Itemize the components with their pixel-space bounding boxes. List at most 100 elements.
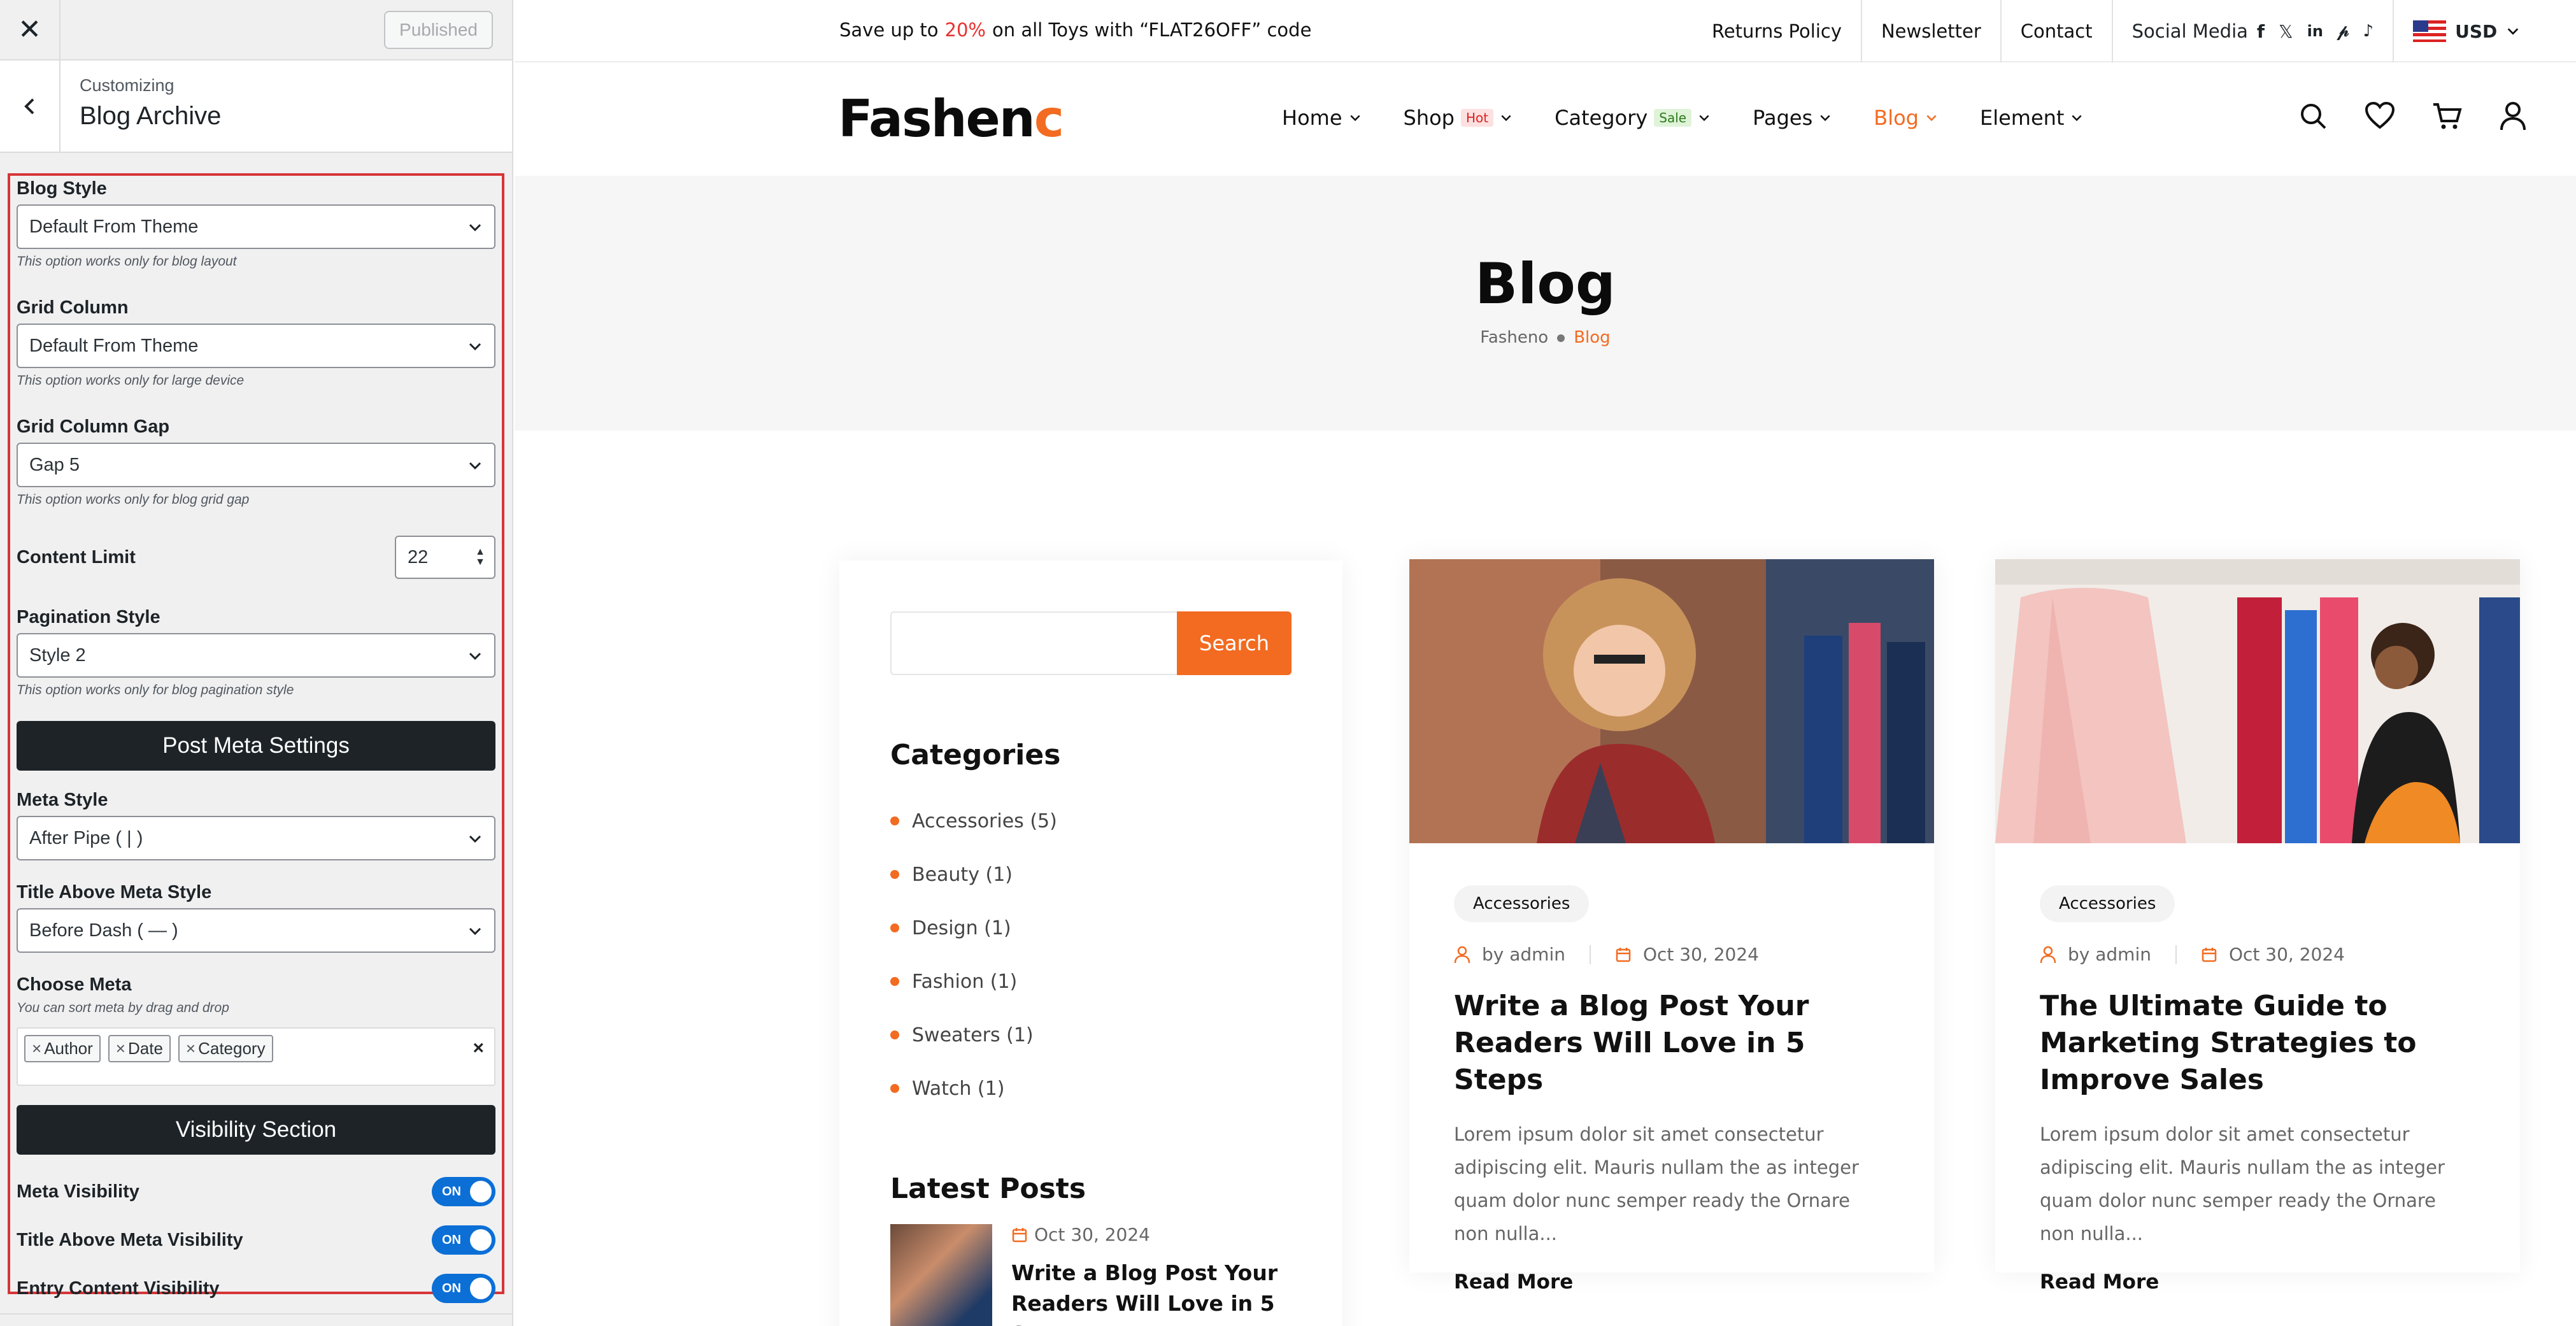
calendar-icon	[1616, 947, 1631, 962]
post-author[interactable]: by admin	[1482, 944, 1565, 965]
x-twitter-icon[interactable]: 𝕏	[2279, 21, 2293, 42]
toggle-state: ON	[442, 1184, 461, 1199]
clear-tags-icon[interactable]: ×	[473, 1037, 484, 1059]
bullet-icon	[890, 1084, 899, 1093]
read-more-link[interactable]: Read More	[2040, 1271, 2475, 1294]
latest-post-date: Oct 30, 2024	[1011, 1224, 1292, 1245]
breadcrumb-home[interactable]: Fasheno	[1480, 328, 1548, 347]
breadcrumb-separator	[1557, 334, 1565, 342]
chevron-down-icon	[2507, 28, 2519, 35]
post-meta-settings-header[interactable]: Post Meta Settings	[17, 721, 495, 771]
post-date: Oct 30, 2024	[1642, 944, 1759, 965]
contact-link[interactable]: Contact	[2002, 0, 2113, 62]
category-label: Design (1)	[912, 916, 1011, 939]
category-item[interactable]: Beauty (1)	[890, 848, 1292, 901]
pagination-select[interactable]: Style 2	[17, 633, 495, 678]
currency-selector[interactable]: USD	[2413, 20, 2520, 42]
facebook-icon[interactable]: f	[2257, 21, 2265, 42]
topbar-right: Returns Policy Newsletter Contact Social…	[1693, 0, 2520, 62]
title-above-meta-label: Title Above Meta Style	[17, 882, 212, 902]
content-limit-label: Content Limit	[17, 546, 136, 567]
nav-element[interactable]: Element	[1980, 106, 2083, 130]
content-limit-value: 22	[408, 546, 429, 567]
post-title[interactable]: The Ultimate Guide to Marketing Strategi…	[2040, 988, 2475, 1099]
remove-tag-icon[interactable]: ×	[186, 1039, 196, 1058]
site-logo[interactable]: Fashenc	[838, 89, 1064, 148]
meta-tag-label: Author	[44, 1039, 93, 1058]
user-icon[interactable]	[2499, 101, 2527, 131]
meta-tag-label: Category	[198, 1039, 266, 1058]
tiktok-icon[interactable]: ♪	[2363, 22, 2374, 41]
heart-icon[interactable]	[2364, 101, 2396, 131]
linkedin-icon[interactable]: in	[2307, 22, 2323, 40]
meta-tag[interactable]: × Category	[178, 1035, 273, 1062]
category-item[interactable]: Watch (1)	[890, 1062, 1292, 1115]
nav-shop[interactable]: Shop Hot	[1404, 106, 1513, 130]
read-more-link[interactable]: Read More	[1454, 1271, 1889, 1294]
search-input[interactable]	[890, 611, 1177, 675]
category-item[interactable]: Fashion (1)	[890, 955, 1292, 1008]
choose-meta-tags[interactable]: × Author × Date × Category ×	[17, 1027, 495, 1086]
topbar: Save up to 20% on all Toys with “FLAT26OFF…	[515, 0, 2576, 62]
nav-label: Pages	[1753, 106, 1813, 130]
post-category-badge[interactable]: Accessories	[1454, 885, 1590, 922]
nav-category[interactable]: Category Sale	[1555, 106, 1711, 130]
blog-style-select[interactable]: Default From Theme	[17, 204, 495, 249]
post-meta: by admin Oct 30, 2024	[2040, 944, 2475, 965]
nav-label: Category	[1555, 106, 1648, 130]
nav-label: Home	[1282, 106, 1342, 130]
publish-button[interactable]: Published	[384, 10, 493, 49]
nav-label: Element	[1979, 106, 2065, 130]
returns-policy-link[interactable]: Returns Policy	[1693, 0, 1862, 62]
category-item[interactable]: Sweaters (1)	[890, 1008, 1292, 1062]
nav-blog[interactable]: Blog	[1874, 106, 1938, 130]
latest-post-date-text: Oct 30, 2024	[1034, 1224, 1150, 1245]
chevron-down-icon	[469, 462, 481, 470]
search-button[interactable]: Search	[1177, 611, 1292, 675]
meta-tag-label: Date	[127, 1039, 163, 1058]
visibility-section-header[interactable]: Visibility Section	[17, 1105, 495, 1155]
toggle-knob	[470, 1229, 492, 1251]
remove-tag-icon[interactable]: ×	[32, 1039, 41, 1058]
meta-visibility-row: Meta Visibility ON	[17, 1167, 495, 1216]
title-above-meta-select[interactable]: Before Dash ( — )	[17, 908, 495, 953]
latest-post-title[interactable]: Write a Blog Post Your Readers Will Love…	[1011, 1258, 1292, 1326]
category-item[interactable]: Accessories (5)	[890, 794, 1292, 848]
back-button[interactable]	[0, 61, 60, 152]
grid-gap-select[interactable]: Gap 5	[17, 443, 495, 487]
chevron-down-icon	[1926, 115, 1937, 122]
post-author[interactable]: by admin	[2068, 944, 2151, 965]
header-icons	[2298, 101, 2527, 131]
meta-tag[interactable]: × Date	[108, 1035, 171, 1062]
post-thumbnail[interactable]	[1409, 559, 1934, 843]
grid-column-select[interactable]: Default From Theme	[17, 324, 495, 368]
post-thumbnail[interactable]	[1995, 559, 2520, 843]
meta-style-select[interactable]: After Pipe ( | )	[17, 816, 495, 860]
nav-home[interactable]: Home	[1282, 106, 1362, 130]
currency-code: USD	[2455, 20, 2498, 42]
meta-tag[interactable]: × Author	[24, 1035, 101, 1062]
title-above-meta-visibility-toggle[interactable]: ON	[432, 1225, 495, 1255]
search-icon[interactable]	[2298, 101, 2328, 131]
close-customizer-button[interactable]: ✕	[0, 0, 60, 60]
entry-content-visibility-toggle[interactable]: ON	[432, 1274, 495, 1303]
latest-post-item[interactable]: Oct 30, 2024 Write a Blog Post Your Read…	[890, 1224, 1292, 1326]
post-excerpt: Lorem ipsum dolor sit amet consectetur a…	[2040, 1123, 2445, 1244]
category-item[interactable]: Design (1)	[890, 901, 1292, 955]
chevron-down-icon	[1820, 115, 1830, 122]
category-label: Fashion (1)	[912, 970, 1018, 993]
cart-icon[interactable]	[2431, 101, 2463, 131]
remove-tag-icon[interactable]: ×	[116, 1039, 125, 1058]
meta-visibility-toggle[interactable]: ON	[432, 1177, 495, 1206]
content-limit-input[interactable]: 22 ▲ ▼	[395, 536, 495, 579]
grid-column-label: Grid Column	[17, 297, 129, 318]
latest-post-thumbnail[interactable]	[890, 1224, 992, 1326]
stepper-icon[interactable]: ▲ ▼	[475, 547, 485, 567]
newsletter-link[interactable]: Newsletter	[1862, 0, 2002, 62]
pinterest-icon[interactable]: 𝓅	[2337, 22, 2349, 41]
post-category-badge[interactable]: Accessories	[2040, 885, 2175, 922]
post-title[interactable]: Write a Blog Post Your Readers Will Love…	[1454, 988, 1889, 1099]
pagination-label: Pagination Style	[17, 607, 160, 627]
nav-pages[interactable]: Pages	[1753, 106, 1832, 130]
promo-before: Save up to	[839, 19, 939, 41]
